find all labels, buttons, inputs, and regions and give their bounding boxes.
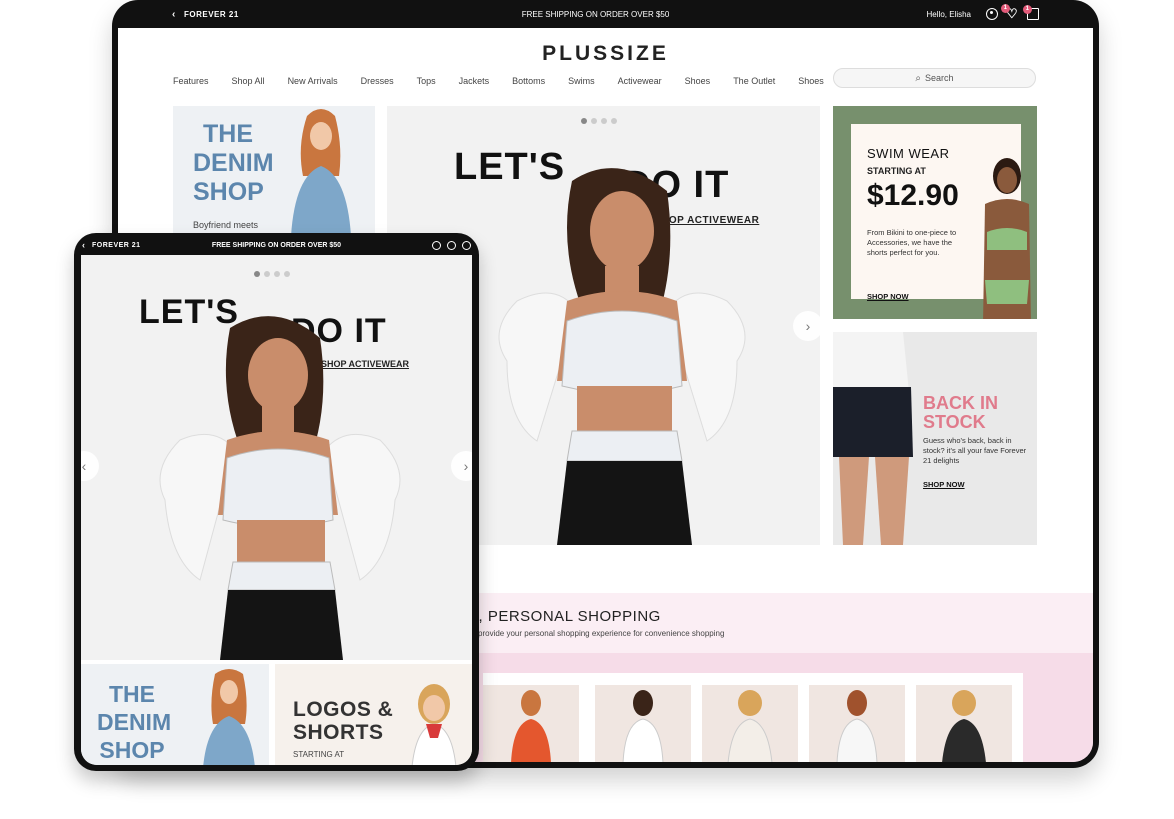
product-card[interactable] bbox=[483, 685, 579, 762]
denim-model-image bbox=[291, 109, 351, 236]
tablet-user-icon[interactable] bbox=[432, 241, 441, 250]
swim-starting-label: STARTING AT bbox=[867, 166, 926, 176]
nav-item-shop-all[interactable]: Shop All bbox=[232, 76, 265, 86]
swim-description: From Bikini to one-piece to Accessories,… bbox=[867, 228, 957, 257]
bag-badge: 1 bbox=[1023, 5, 1032, 14]
swim-card: SWIM WEAR STARTING AT $12.90 From Bikini… bbox=[851, 124, 1031, 319]
swim-wear-banner[interactable]: SWIM WEAR STARTING AT $12.90 From Bikini… bbox=[833, 106, 1037, 319]
desktop-topbar: ‹ FOREVER 21 FREE SHIPPING ON ORDER OVER… bbox=[152, 4, 1039, 24]
personal-shopping-subtitle: provide your personal shopping experienc… bbox=[478, 629, 725, 638]
tablet-screen: LET'S DO IT SHOP ACTIVEWEAR ‹ › THE DENI… bbox=[81, 255, 472, 765]
swim-model-image bbox=[983, 158, 1031, 319]
tablet-denim-model-image bbox=[203, 669, 255, 765]
site-logo[interactable]: PLUSSIZE bbox=[118, 42, 1093, 66]
swim-shop-now-link[interactable]: SHOP NOW bbox=[867, 292, 909, 301]
tablet-carousel-next-button[interactable]: › bbox=[451, 451, 472, 481]
tablet-wishlist-icon[interactable] bbox=[447, 241, 456, 250]
shipping-banner: FREE SHIPPING ON ORDER OVER $50 bbox=[521, 10, 670, 19]
swim-price: $12.90 bbox=[867, 179, 959, 212]
nav-item-the-outlet[interactable]: The Outlet bbox=[733, 76, 775, 86]
nav-item-shoes-2[interactable]: Shoes bbox=[798, 76, 824, 86]
tablet-logos-shorts-banner[interactable]: LOGOS & SHORTS STARTING AT bbox=[275, 664, 472, 765]
nav-item-activewear[interactable]: Activewear bbox=[618, 76, 662, 86]
product-carousel bbox=[483, 673, 1023, 762]
denim-shop-banner[interactable]: THE DENIM SHOP Boyfriend meets bbox=[173, 106, 375, 236]
main-nav: Features Shop All New Arrivals Dresses T… bbox=[173, 76, 847, 86]
tablet-device: ‹ FOREVER 21 FREE SHIPPING ON ORDER OVER… bbox=[74, 233, 479, 771]
bag-icon[interactable]: 1 bbox=[1023, 5, 1039, 20]
personal-shopping-title: A, PERSONAL SHOPPING bbox=[468, 608, 661, 625]
nav-item-new-arrivals[interactable]: New Arrivals bbox=[288, 76, 338, 86]
product-card[interactable] bbox=[595, 685, 691, 762]
tablet-denim-shop-banner[interactable]: THE DENIM SHOP bbox=[81, 664, 269, 765]
tablet-logos-model-image bbox=[411, 684, 457, 765]
tablet-topbar: ‹ FOREVER 21 FREE SHIPPING ON ORDER OVER… bbox=[82, 240, 471, 253]
user-greeting[interactable]: Hello, Elisha bbox=[927, 10, 971, 19]
nav-item-tops[interactable]: Tops bbox=[417, 76, 436, 86]
nav-item-dresses[interactable]: Dresses bbox=[361, 76, 394, 86]
product-card[interactable] bbox=[809, 685, 905, 762]
carousel-next-button[interactable]: › bbox=[793, 311, 820, 341]
product-card[interactable] bbox=[916, 685, 1012, 762]
denim-subtitle: Boyfriend meets bbox=[193, 220, 259, 230]
back-in-stock-model-image bbox=[833, 332, 913, 545]
back-in-stock-shop-now-link[interactable]: SHOP NOW bbox=[923, 480, 965, 489]
tablet-denim-title: THE DENIM SHOP bbox=[97, 681, 172, 763]
wishlist-badge: 1 bbox=[1001, 4, 1010, 13]
nav-item-swims[interactable]: Swims bbox=[568, 76, 595, 86]
carousel-dots[interactable] bbox=[581, 118, 617, 124]
hero-model-image bbox=[498, 168, 746, 545]
nav-item-jackets[interactable]: Jackets bbox=[459, 76, 490, 86]
user-icon[interactable] bbox=[986, 8, 998, 20]
denim-title: THE DENIM SHOP bbox=[193, 120, 274, 206]
wishlist-icon[interactable]: 1 bbox=[1001, 4, 1019, 22]
swim-title: SWIM WEAR bbox=[867, 146, 950, 161]
nav-item-features[interactable]: Features bbox=[173, 76, 209, 86]
tablet-shipping-banner: FREE SHIPPING ON ORDER OVER $50 bbox=[211, 242, 342, 249]
tablet-logos-subtitle: STARTING AT bbox=[293, 750, 345, 759]
back-in-stock-banner[interactable]: BACK IN STOCK Guess who's back, back in … bbox=[833, 332, 1037, 545]
topbar-icons: 1 1 bbox=[986, 4, 1039, 22]
back-in-stock-title: BACK IN STOCK bbox=[923, 393, 998, 432]
tablet-hero-model-image bbox=[159, 316, 401, 660]
back-in-stock-description: Guess who's back, back in stock? it's al… bbox=[923, 436, 1027, 465]
search-input[interactable]: Search bbox=[833, 68, 1036, 88]
tablet-hero-banner[interactable]: LET'S DO IT SHOP ACTIVEWEAR ‹ › bbox=[81, 255, 472, 660]
product-card[interactable] bbox=[702, 685, 798, 762]
tablet-bag-icon[interactable] bbox=[462, 241, 471, 250]
tablet-topbar-icons bbox=[432, 241, 471, 250]
tablet-carousel-prev-button[interactable]: ‹ bbox=[81, 451, 99, 481]
tablet-carousel-dots[interactable] bbox=[254, 271, 290, 277]
nav-item-shoes[interactable]: Shoes bbox=[685, 76, 711, 86]
nav-item-bottoms[interactable]: Bottoms bbox=[512, 76, 545, 86]
